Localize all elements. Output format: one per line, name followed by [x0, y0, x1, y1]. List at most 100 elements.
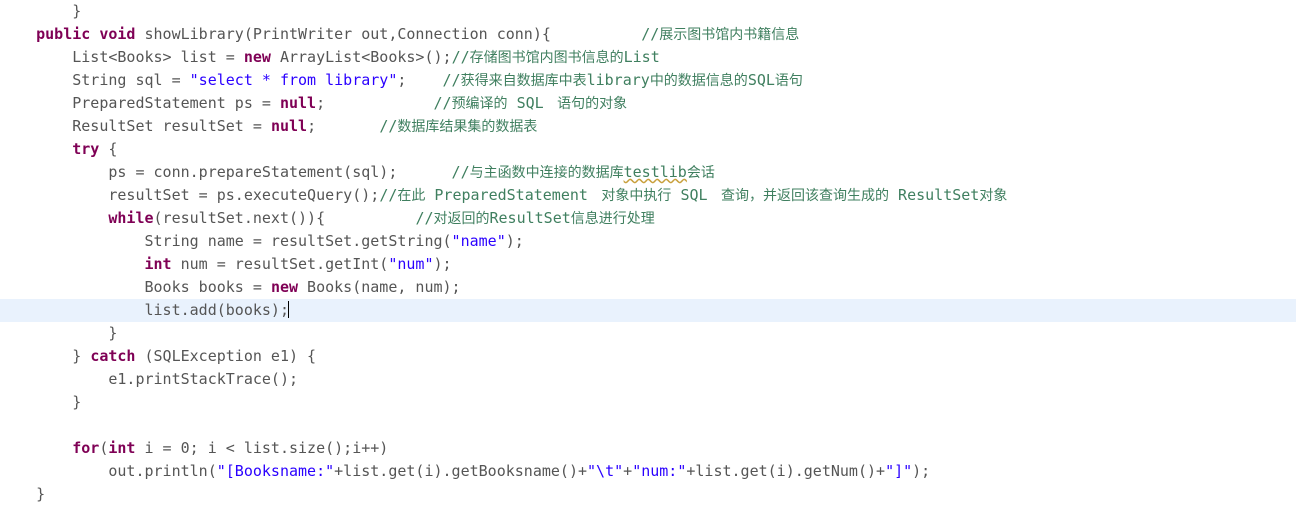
code-line[interactable]: Books books = new Books(name, num); — [0, 276, 1296, 299]
code-line[interactable]: try { — [0, 138, 1296, 161]
code-token-plain: { — [99, 140, 118, 158]
code-token-comment: // — [415, 209, 434, 227]
code-token-comment: SQL — [747, 71, 775, 89]
code-token-plain: } — [72, 393, 82, 411]
code-token-plain: } — [72, 2, 82, 20]
code-token-comment: ResultSet — [489, 209, 571, 227]
code-token-comment: ResultSet — [889, 186, 980, 204]
code-token-comment: SQL — [507, 94, 553, 112]
code-token-comment-cjk: 对象中执行 — [596, 188, 672, 204]
code-token-comment: // — [379, 186, 398, 204]
code-token-plain: +list.get(i).getNum()+ — [686, 462, 886, 480]
code-token-string: "select * from library" — [189, 71, 398, 89]
code-line[interactable]: } catch (SQLException e1) { — [0, 345, 1296, 368]
code-token-comment: // — [379, 117, 398, 135]
code-token-keyword: null — [279, 94, 317, 112]
code-token-plain: ; — [316, 94, 434, 112]
code-line[interactable]: e1.printStackTrace(); — [0, 368, 1296, 391]
code-token-string: "\t" — [587, 462, 624, 480]
code-line[interactable]: ps = conn.prepareStatement(sql); //与主函数中… — [0, 161, 1296, 184]
code-token-string: "num" — [388, 255, 434, 273]
code-token-string: "name" — [451, 232, 506, 250]
code-line[interactable]: while(resultSet.next()){ //对返回的ResultSet… — [0, 207, 1296, 230]
code-line[interactable]: PreparedStatement ps = null; //预编译的 SQL … — [0, 92, 1296, 115]
code-token-comment-cjk: 语句的对象 — [552, 96, 628, 112]
code-token-plain: ; — [397, 71, 443, 89]
code-token-comment: library — [586, 71, 650, 89]
code-line[interactable]: } — [0, 0, 1296, 23]
code-token-comment: SQL — [671, 186, 717, 204]
code-editor-viewport[interactable]: } public void showLibrary(PrintWriter ou… — [0, 0, 1296, 503]
code-token-plain: ArrayList<Books>(); — [270, 48, 452, 66]
code-token-comment-cjk: 数据库结果集的数据表 — [397, 119, 538, 135]
code-token-plain: ; — [307, 117, 380, 135]
code-line[interactable]: ResultSet resultSet = null; //数据库结果集的数据表 — [0, 115, 1296, 138]
code-token-plain: +list.get(i).getBooksname()+ — [334, 462, 588, 480]
code-token-string: "]" — [885, 462, 913, 480]
code-token-string: "[Booksname:" — [216, 462, 335, 480]
code-token-keyword: public void — [36, 25, 136, 43]
code-token-plain: showLibrary(PrintWriter out,Connection c… — [135, 25, 551, 43]
code-token-plain: Books books = — [144, 278, 271, 296]
code-token-plain: num = resultSet.getInt( — [171, 255, 389, 273]
code-token-keyword: int — [108, 439, 136, 457]
code-line[interactable]: String name = resultSet.getString("name"… — [0, 230, 1296, 253]
code-token-plain: String name = resultSet.getString( — [144, 232, 452, 250]
code-token-plain: resultSet = ps.executeQuery(); — [108, 186, 380, 204]
code-token-keyword: for — [72, 439, 100, 457]
code-token-comment: List — [623, 48, 660, 66]
code-line[interactable]: for(int i = 0; i < list.size();i++) — [0, 437, 1296, 460]
code-line[interactable]: out.println("[Booksname:"+list.get(i).ge… — [0, 460, 1296, 483]
code-token-comment-cjk: 获得来自数据库中表 — [460, 73, 587, 89]
code-token-keyword: new — [243, 48, 271, 66]
code-token-keyword: null — [270, 117, 308, 135]
code-token-keyword: catch — [90, 347, 136, 365]
code-token-keyword: try — [72, 140, 100, 158]
code-token-plain: i = 0; i < list.size();i++) — [135, 439, 389, 457]
code-token-plain: ); — [505, 232, 524, 250]
code-token-comment: // — [433, 163, 470, 181]
code-line[interactable]: String sql = "select * from library"; //… — [0, 69, 1296, 92]
code-line[interactable]: } — [0, 391, 1296, 414]
code-token-comment-cjk: 在此 — [397, 188, 426, 204]
code-token-plain: out.println( — [108, 462, 217, 480]
code-line[interactable]: } — [0, 483, 1296, 506]
code-line[interactable] — [0, 414, 1296, 437]
code-token-comment: // — [641, 25, 660, 43]
code-line-current[interactable]: list.add(books); — [0, 299, 1296, 322]
text-caret — [288, 301, 289, 318]
code-token-plain: + — [623, 462, 633, 480]
code-token-plain: String sql = — [72, 71, 190, 89]
code-line[interactable]: public void showLibrary(PrintWriter out,… — [0, 23, 1296, 46]
code-line[interactable]: } — [0, 322, 1296, 345]
code-token-plain: List<Books> list = — [72, 48, 244, 66]
code-token-keyword: while — [108, 209, 154, 227]
code-line[interactable]: List<Books> list = new ArrayList<Books>(… — [0, 46, 1296, 69]
code-token-plain: Books(name, num); — [298, 278, 461, 296]
code-token-plain: e1.printStackTrace(); — [108, 370, 299, 388]
code-line[interactable]: resultSet = ps.executeQuery();//在此 Prepa… — [0, 184, 1296, 207]
code-token-plain: ResultSet resultSet = — [72, 117, 271, 135]
code-token-comment-cjk: 查询，并返回该查询生成的 — [716, 188, 890, 204]
code-line[interactable]: int num = resultSet.getInt("num"); — [0, 253, 1296, 276]
code-token-plain: PreparedStatement ps = — [72, 94, 280, 112]
